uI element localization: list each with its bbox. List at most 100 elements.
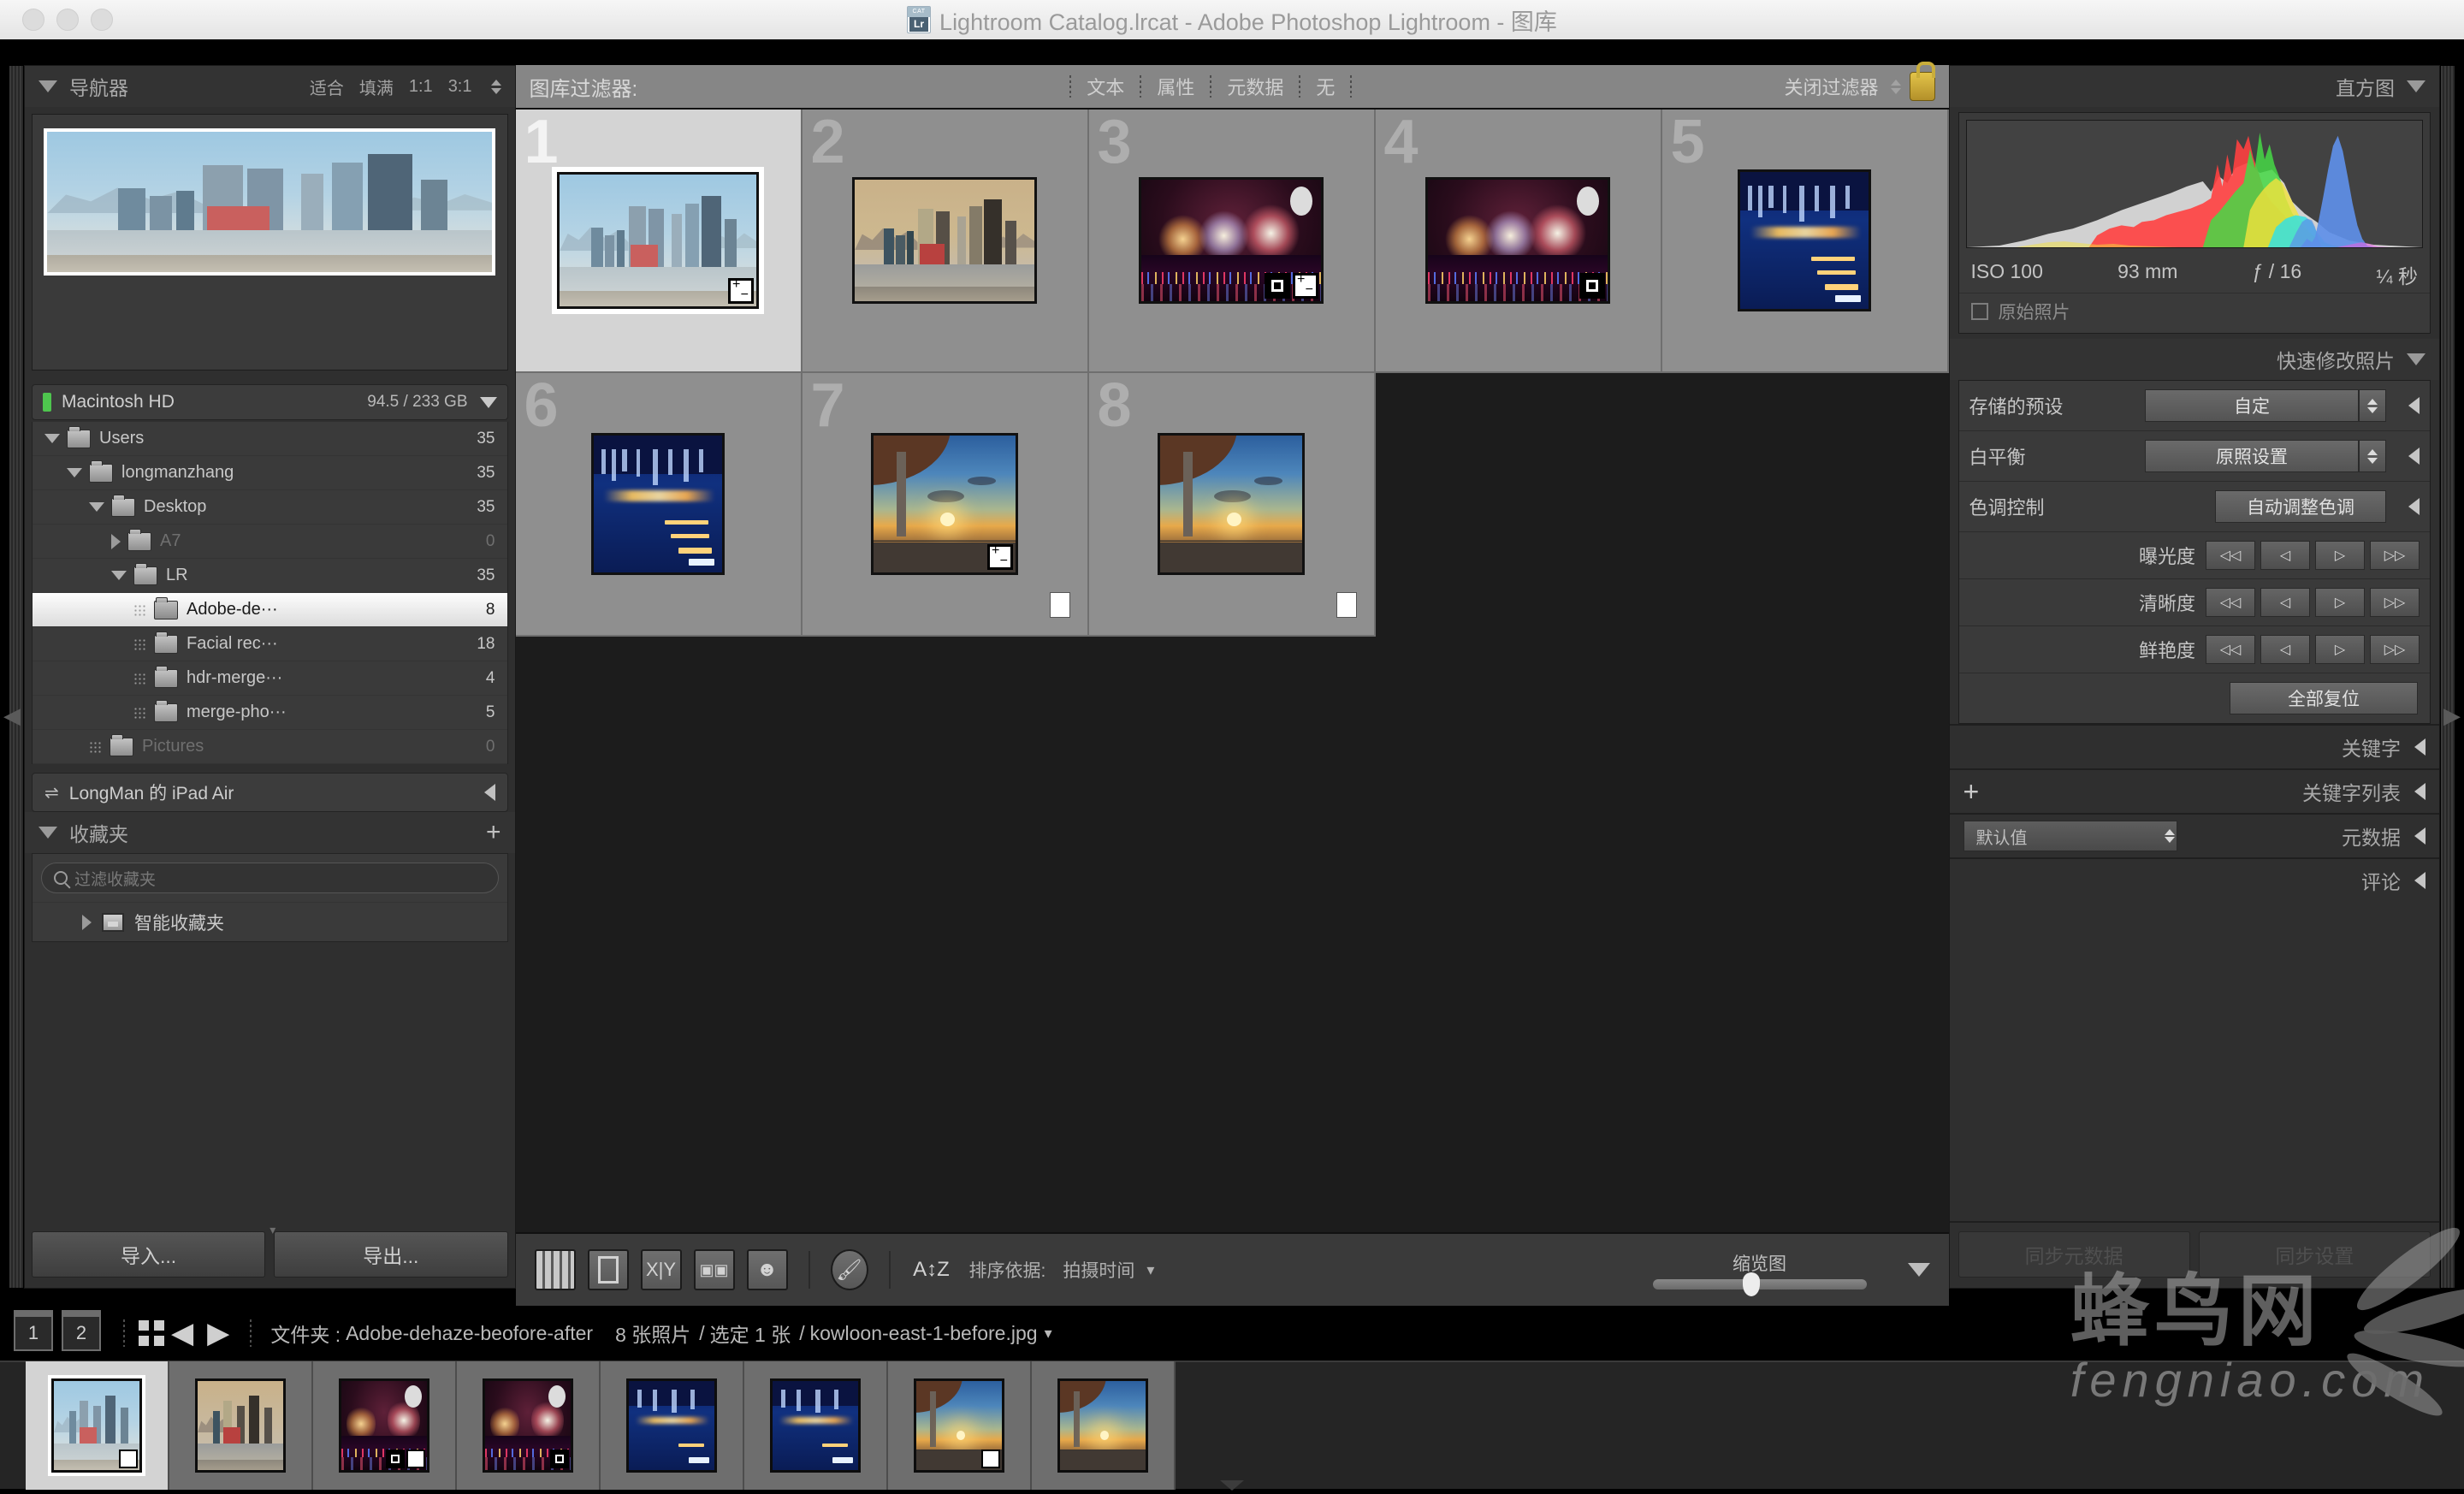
loupe-view-icon[interactable]	[587, 1249, 629, 1290]
sort-az-icon[interactable]: A↕Z	[911, 1249, 952, 1290]
exposure-increase-button[interactable]: ▷	[2315, 541, 2365, 570]
keyword-list-header[interactable]: + 关键字列表	[1949, 768, 2439, 813]
thumbnail-image[interactable]	[1139, 177, 1324, 304]
filmstrip-cell-5[interactable]	[601, 1361, 744, 1490]
zoom-3-1[interactable]: 3:1	[448, 77, 472, 97]
folder-row-merge-photo[interactable]: merge-pho··· 5	[33, 696, 507, 730]
grid-cell-1[interactable]: 1	[515, 110, 803, 373]
folder-row-adobe-dehaze[interactable]: Adobe-de··· 8	[33, 593, 507, 627]
comments-header[interactable]: 评论	[1949, 857, 2439, 902]
navigator-collapse-triangle-icon[interactable]	[38, 80, 57, 92]
filmstrip-cell-4[interactable]	[457, 1361, 601, 1490]
thumbnail-size-slider[interactable]	[1652, 1272, 1867, 1296]
thumbnail-image[interactable]	[552, 167, 764, 314]
sort-dropdown-caret-icon[interactable]: ▾	[1146, 1261, 1154, 1279]
filmstrip-thumbnail[interactable]	[626, 1378, 717, 1473]
toolbar-menu-caret-icon[interactable]	[1907, 1263, 1930, 1277]
keywording-expand-icon[interactable]	[2414, 738, 2426, 756]
metadata-preset-stepper-icon[interactable]	[2164, 829, 2175, 843]
second-window-button[interactable]: 2	[62, 1310, 101, 1351]
histogram-header[interactable]: 直方图	[1949, 66, 2439, 107]
grid-view-icon[interactable]	[534, 1249, 576, 1290]
vibrance-decrease-button[interactable]: ◁	[2260, 635, 2310, 664]
filmstrip-thumbnail[interactable]	[1057, 1378, 1148, 1473]
vibrance-decrease-large-button[interactable]: ◁◁	[2206, 635, 2255, 664]
device-expand-triangle-icon[interactable]	[483, 784, 495, 801]
filter-tab-metadata[interactable]: 元数据	[1211, 73, 1299, 100]
compare-view-icon[interactable]: X|Y	[640, 1249, 682, 1290]
quick-collection-marker-icon[interactable]	[1336, 592, 1357, 618]
filter-tab-attribute[interactable]: 属性	[1141, 73, 1210, 100]
filmstrip-thumbnail[interactable]	[914, 1378, 1004, 1473]
exposure-increase-large-button[interactable]: ▷▷	[2370, 541, 2420, 570]
export-button[interactable]: 导出...	[274, 1231, 508, 1278]
main-window-button[interactable]: 1	[14, 1310, 53, 1351]
clarity-decrease-large-button[interactable]: ◁◁	[2206, 588, 2255, 617]
vibrance-increase-button[interactable]: ▷	[2315, 635, 2365, 664]
folder-row-desktop[interactable]: Desktop 35	[33, 490, 507, 525]
filmstrip-cell-7[interactable]	[888, 1361, 1032, 1490]
saved-preset-select[interactable]: 自定	[2145, 389, 2359, 422]
filmstrip-cell-8[interactable]	[1032, 1361, 1176, 1490]
quick-develop-collapse-triangle-icon[interactable]	[2407, 353, 2426, 365]
grid-cell-8[interactable]: 8	[1088, 373, 1376, 637]
zoom-1-1[interactable]: 1:1	[409, 77, 433, 97]
collection-filter-field[interactable]: 过滤收藏夹	[41, 863, 499, 893]
grid-cell-3[interactable]: 3	[1088, 110, 1376, 373]
filmstrip-thumbnail[interactable]	[195, 1378, 286, 1473]
navigator-zoom-levels[interactable]: 适合 填满 1:1 3:1	[310, 74, 501, 99]
vibrance-stepper-buttons[interactable]: ◁◁ ◁ ▷ ▷▷	[2206, 635, 2420, 664]
grid-view-toggle-icon[interactable]	[139, 1320, 164, 1346]
left-panel-resize-grip[interactable]	[9, 66, 23, 1288]
tone-control-expand-icon[interactable]	[2408, 498, 2420, 515]
filter-status-group[interactable]: 关闭过滤器	[1784, 62, 1935, 101]
show-right-panel-arrow-icon[interactable]: ▶	[2443, 690, 2461, 741]
filter-tab-text[interactable]: 文本	[1071, 73, 1140, 100]
disclosure-down-icon[interactable]	[44, 434, 60, 443]
folder-row-facial-rec[interactable]: Facial rec··· 18	[33, 627, 507, 661]
quick-develop-header[interactable]: 快速修改照片	[1949, 339, 2439, 380]
zoom-fill[interactable]: 填满	[359, 74, 394, 99]
saved-preset-stepper-icon[interactable]	[2359, 389, 2386, 422]
folder-row-hdr-merge[interactable]: hdr-merge··· 4	[33, 661, 507, 696]
grid-cell-5[interactable]: 5	[1661, 110, 1949, 373]
show-left-panel-arrow-icon[interactable]: ◀	[3, 690, 21, 741]
filmstrip-cell-1[interactable]	[26, 1361, 169, 1490]
grid-cell-4[interactable]: 4	[1375, 110, 1662, 373]
zoom-fit[interactable]: 适合	[310, 74, 344, 99]
thumbnail-image[interactable]	[1738, 169, 1871, 311]
thumbnail-image[interactable]	[871, 433, 1018, 575]
thumbnail-image[interactable]	[591, 433, 725, 575]
folder-row-longmanzhang[interactable]: longmanzhang 35	[33, 456, 507, 490]
volume-row-macintosh-hd[interactable]: Macintosh HD 94.5 / 233 GB	[32, 384, 508, 420]
white-balance-select[interactable]: 原照设置	[2145, 440, 2359, 472]
disclosure-right-icon[interactable]	[111, 533, 121, 549]
vibrance-increase-large-button[interactable]: ▷▷	[2370, 635, 2420, 664]
clarity-increase-large-button[interactable]: ▷▷	[2370, 588, 2420, 617]
keywording-header[interactable]: 关键字	[1949, 724, 2439, 768]
filmstrip-thumbnail[interactable]	[483, 1378, 573, 1473]
filter-preset-stepper-icon[interactable]	[1890, 79, 1901, 94]
go-back-arrow-icon[interactable]: ◀	[171, 1319, 193, 1348]
sync-settings-button[interactable]: 同步设置	[2198, 1231, 2431, 1278]
grid-cell-6[interactable]: 6	[515, 373, 803, 637]
sort-value[interactable]: 拍摄时间	[1063, 1257, 1134, 1283]
metadata-header[interactable]: 默认值 元数据	[1949, 813, 2439, 857]
white-balance-expand-icon[interactable]	[2408, 448, 2420, 465]
library-filter-tabs[interactable]: 文本 属性 元数据 无	[1069, 73, 1353, 100]
filter-tab-none[interactable]: 无	[1300, 73, 1350, 100]
clarity-increase-button[interactable]: ▷	[2315, 588, 2365, 617]
reset-all-button[interactable]: 全部复位	[2230, 682, 2418, 714]
folder-row-a7[interactable]: A7 0	[33, 525, 507, 559]
metadata-preset-select[interactable]: 默认值	[1963, 821, 2177, 851]
filmstrip-cell-3[interactable]	[313, 1361, 457, 1490]
folder-row-lr[interactable]: LR 35	[33, 559, 507, 593]
right-panel-resize-grip[interactable]	[2441, 66, 2455, 1288]
disclosure-down-icon[interactable]	[89, 502, 104, 512]
panel-collapse-handle-icon[interactable]: ▾	[270, 1224, 275, 1236]
sync-metadata-button[interactable]: 同步元数据	[1958, 1231, 2190, 1278]
clarity-decrease-button[interactable]: ◁	[2260, 588, 2310, 617]
library-filter-bar[interactable]: 图库过滤器: 文本 属性 元数据 无 关闭过滤器	[515, 62, 1949, 110]
smart-collection-row[interactable]: 智能收藏夹	[33, 902, 507, 941]
source-folder-name[interactable]: Adobe-dehaze-beofore-after	[346, 1322, 593, 1345]
